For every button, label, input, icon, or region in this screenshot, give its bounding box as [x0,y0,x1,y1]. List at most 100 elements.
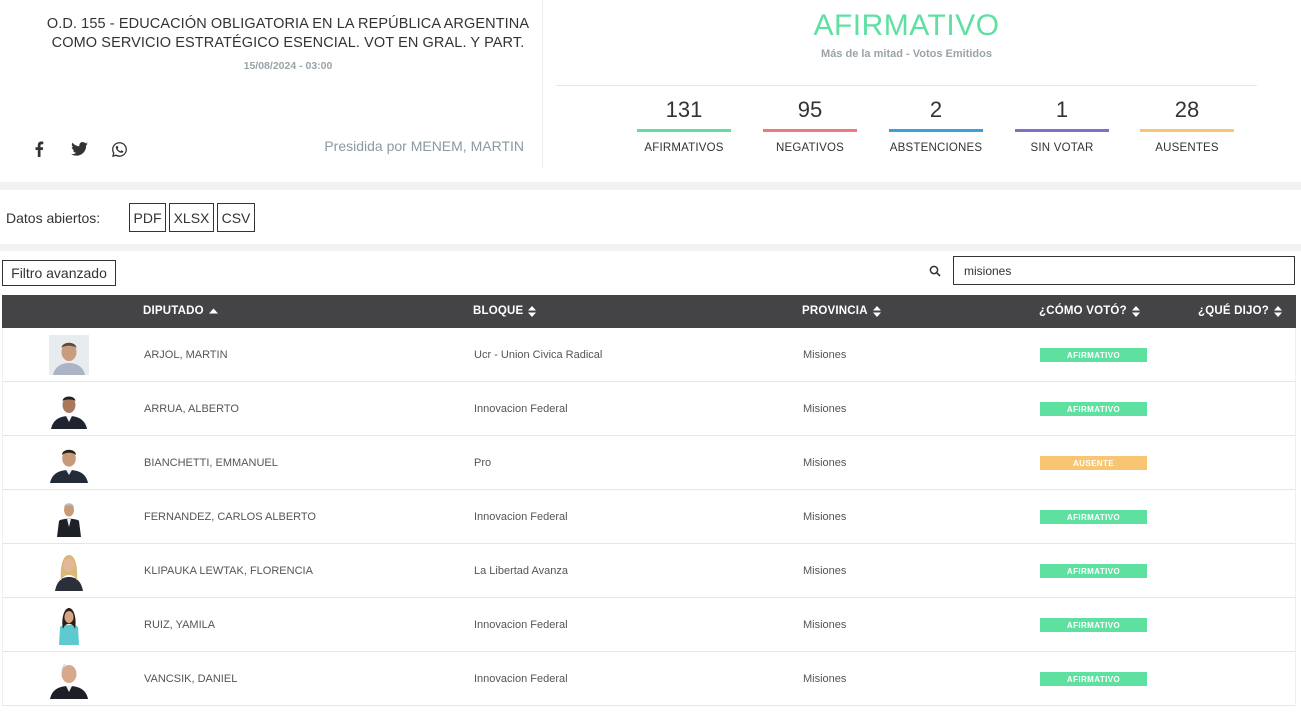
vote-badge: AFIRMATIVO [1040,564,1147,578]
stat-label: AFIRMATIVOS [644,142,724,154]
sort-asc-icon [208,308,218,314]
deputy-provincia: Misiones [803,619,847,631]
deputy-name: ARRUA, ALBERTO [144,403,239,415]
deputy-name: RUIZ, YAMILA [144,619,216,631]
avatar [49,389,89,429]
column-que-dijo[interactable]: ¿QUÉ DIJO? [1198,305,1283,317]
stat-value: 28 [1174,97,1200,122]
search-icon [929,264,943,278]
deputy-provincia: Misiones [803,565,847,577]
deputy-name: FERNANDEZ, CARLOS ALBERTO [144,511,316,523]
table-row[interactable]: BIANCHETTI, EMMANUEL Pro Misiones AUSENT… [2,436,1296,490]
stat-value: 1 [1055,97,1069,122]
vote-badge: AFIRMATIVO [1040,672,1147,686]
divider [556,85,1257,86]
sort-icon [1131,305,1140,317]
vote-result-subtitle: Más de la mitad - Votos Emitidos [821,48,992,60]
deputy-bloque: La Libertad Avanza [474,565,568,577]
vote-badge: AFIRMATIVO [1040,510,1147,524]
table-row[interactable]: ARJOL, MARTIN Ucr - Union Civica Radical… [2,328,1296,382]
deputy-provincia: Misiones [803,457,847,469]
column-label: PROVINCIA [802,305,868,317]
deputy-provincia: Misiones [803,673,847,685]
column-como-voto[interactable]: ¿CÓMO VOTÓ? [1039,305,1140,317]
avatar [49,659,89,699]
deputy-provincia: Misiones [803,511,847,523]
twitter-icon[interactable] [70,140,88,158]
deputy-name: KLIPAUKA LEWTAK, FLORENCIA [144,565,313,577]
deputy-bloque: Pro [474,457,492,469]
stat-negativos: 95 NEGATIVOS [763,96,857,154]
deputy-bloque: Innovacion Federal [474,619,568,631]
presided-by: Presidida por MENEM, MARTIN [324,138,524,154]
vote-badge: AFIRMATIVO [1040,402,1147,416]
column-provincia[interactable]: PROVINCIA [802,305,881,317]
stat-value: 2 [929,97,943,122]
avatar [49,605,89,645]
stat-bar [1140,129,1234,132]
stat-bar [1015,129,1109,132]
section-separator [0,182,1301,190]
download-xlsx-button[interactable]: XLSX [169,203,214,232]
open-data-bar: Datos abiertos: PDF XLSX CSV [0,190,1301,244]
vote-header: O.D. 155 - EDUCACIÓN OBLIGATORIA EN LA R… [0,0,1301,182]
stat-bar [637,129,731,132]
whatsapp-icon[interactable] [110,140,128,158]
section-separator [0,244,1301,251]
column-label: ¿CÓMO VOTÓ? [1039,305,1127,317]
sort-icon [872,305,881,317]
deputy-bloque: Innovacion Federal [474,403,568,415]
stat-afirmativos: 131 AFIRMATIVOS [637,96,731,154]
deputy-provincia: Misiones [803,349,847,361]
vote-badge: AFIRMATIVO [1040,618,1147,632]
column-bloque[interactable]: BLOQUE [473,305,537,317]
table-row[interactable]: RUIZ, YAMILA Innovacion Federal Misiones… [2,598,1296,652]
avatar [49,335,89,375]
table-row[interactable]: VANCSIK, DANIEL Innovacion Federal Misio… [2,652,1296,706]
deputy-bloque: Ucr - Union Civica Radical [474,349,603,361]
avatar [49,497,89,537]
column-label: DIPUTADO [143,305,204,317]
column-label: BLOQUE [473,305,524,317]
stat-value: 131 [665,97,703,122]
stat-ausentes: 28 AUSENTES [1140,96,1234,154]
vote-info-panel: O.D. 155 - EDUCACIÓN OBLIGATORIA EN LA R… [0,0,543,168]
share-buttons [30,140,128,158]
vote-badge: AUSENTE [1040,456,1147,470]
sort-icon [1274,305,1283,317]
facebook-icon[interactable] [30,140,48,158]
deputies-table: DIPUTADO BLOQUE PROVINCIA ¿CÓMO VOTÓ? ¿Q… [2,295,1296,706]
table-row[interactable]: FERNANDEZ, CARLOS ALBERTO Innovacion Fed… [2,490,1296,544]
avatar [49,551,89,591]
stat-abstenciones: 2 ABSTENCIONES [889,96,983,154]
vote-result-panel: AFIRMATIVO Más de la mitad - Votos Emiti… [556,0,1257,168]
stat-label: AUSENTES [1155,142,1219,154]
vote-date: 15/08/2024 - 03:00 [243,60,333,72]
deputy-name: BIANCHETTI, EMMANUEL [144,457,278,469]
advanced-filter-button[interactable]: Filtro avanzado [2,260,116,286]
sort-icon [528,305,537,317]
vote-result: AFIRMATIVO [813,9,1000,42]
download-csv-button[interactable]: CSV [217,203,255,232]
download-pdf-button[interactable]: PDF [129,203,166,232]
deputy-provincia: Misiones [803,403,847,415]
column-label: ¿QUÉ DIJO? [1198,305,1270,317]
table-row[interactable]: ARRUA, ALBERTO Innovacion Federal Mision… [2,382,1296,436]
stat-label: NEGATIVOS [775,142,845,154]
stat-bar [763,129,857,132]
table-header: DIPUTADO BLOQUE PROVINCIA ¿CÓMO VOTÓ? ¿Q… [2,295,1296,328]
stat-bar [889,129,983,132]
deputy-bloque: Innovacion Federal [474,673,568,685]
stat-value: 95 [797,97,823,122]
deputy-name: ARJOL, MARTIN [144,349,228,361]
column-diputado[interactable]: DIPUTADO [143,305,218,317]
vote-badge: AFIRMATIVO [1040,348,1147,362]
stat-label: ABSTENCIONES [889,142,983,154]
deputy-name: VANCSIK, DANIEL [144,673,238,685]
open-data-label: Datos abiertos: [6,210,101,226]
deputy-bloque: Innovacion Federal [474,511,568,523]
stat-label: SIN VOTAR [1030,142,1094,154]
stat-sin-votar: 1 SIN VOTAR [1015,96,1109,154]
search-input[interactable] [953,256,1295,285]
table-row[interactable]: KLIPAUKA LEWTAK, FLORENCIA La Libertad A… [2,544,1296,598]
